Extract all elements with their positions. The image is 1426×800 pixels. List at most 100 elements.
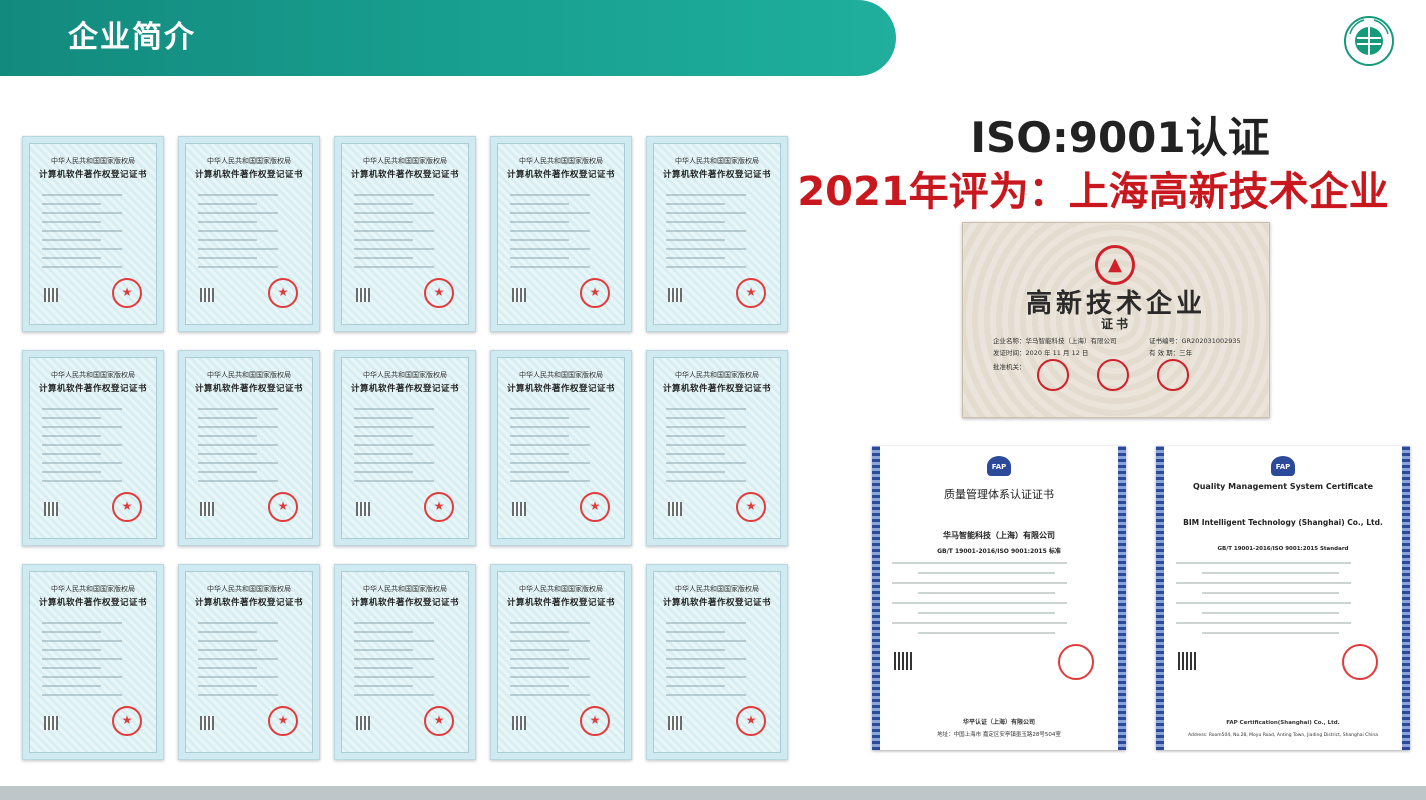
red-seal-icon [268,492,298,522]
certificate-title: 计算机软件著作权登记证书 [194,384,303,394]
barcode-icon [512,288,526,302]
software-copyright-certificate: 中华人民共和国国家版权局 计算机软件著作权登记证书 [646,136,788,332]
iso-en-title: Quality Management System Certificate [1192,482,1374,491]
certificate-text-lines [198,408,300,489]
barcode-icon [44,716,58,730]
certificate-title: 计算机软件著作权登记证书 [194,598,303,608]
iso-certificate-en: FAP Quality Management System Certificat… [1156,446,1410,750]
certificate-text-lines [510,408,612,489]
certificate-title: 计算机软件著作权登记证书 [350,170,459,180]
red-seal-icon [580,492,610,522]
certificate-body: 中华人民共和国国家版权局 计算机软件著作权登记证书 [29,357,157,539]
iso-cn-title: 质量管理体系认证证书 [944,488,1054,501]
certificate-text-lines [354,622,456,703]
certificate-title: 计算机软件著作权登记证书 [662,170,771,180]
barcode-icon [200,716,214,730]
certificate-title: 计算机软件著作权登记证书 [38,384,147,394]
hitech-approver: 批准机关： [993,363,1026,371]
iso-certificate-cn: FAP 质量管理体系认证证书 华马智能科技（上海）有限公司 GB/T 19001… [872,446,1126,750]
certificate-issuer: 中华人民共和国国家版权局 [519,585,603,593]
red-seal-icon [1058,644,1094,680]
certificate-issuer: 中华人民共和国国家版权局 [51,157,135,165]
red-seal-icon [424,706,454,736]
software-copyright-certificate: 中华人民共和国国家版权局 计算机软件著作权登记证书 [178,136,320,332]
certificate-issuer: 中华人民共和国国家版权局 [363,157,447,165]
hitech-company: 企业名称：华马智能科技（上海）有限公司 [993,337,1117,345]
certificate-issuer: 中华人民共和国国家版权局 [207,371,291,379]
iso-en-footer-org: FAP Certification(Shanghai) Co., Ltd. [1226,720,1340,726]
barcode-icon [668,288,682,302]
certificate-title: 计算机软件著作权登记证书 [38,170,147,180]
barcode-icon [356,288,370,302]
certificate-body: 中华人民共和国国家版权局 计算机软件著作权登记证书 [497,143,625,325]
certificate-title: 计算机软件著作权登记证书 [662,598,771,608]
barcode-icon [356,502,370,516]
certificate-title: 计算机软件著作权登记证书 [506,598,615,608]
certificate-issuer: 中华人民共和国国家版权局 [675,585,759,593]
certificate-title: 计算机软件著作权登记证书 [350,384,459,394]
certificate-border [1402,446,1410,750]
software-copyright-certificate: 中华人民共和国国家版权局计算机软件著作权登记证书 [646,564,788,760]
red-seal-icon [1157,359,1189,391]
certificate-text-lines [354,194,456,275]
certificate-border [1118,446,1126,750]
certificate-text-lines [42,622,144,703]
certificate-body: 中华人民共和国国家版权局 计算机软件著作权登记证书 [653,143,781,325]
software-copyright-certificate: 中华人民共和国国家版权局计算机软件著作权登记证书 [334,136,476,332]
software-copyright-certificate: 中华人民共和国国家版权局计算机软件著作权登记证书 [178,350,320,546]
iso-cn-standard: GB/T 19001-2016/ISO 9001:2015 标准 [937,548,1061,555]
hitech-certificate: ▲ 高新技术企业 证书 企业名称：华马智能科技（上海）有限公司 证书编号：GR2… [962,222,1270,418]
red-seal-icon [736,492,766,522]
red-seal-icon [580,706,610,736]
iso-cn-company: 华马智能科技（上海）有限公司 [943,531,1055,540]
iso-en-company: BIM Intelligent Technology (Shanghai) Co… [1183,518,1383,527]
red-seal-icon [424,278,454,308]
software-copyright-certificate: 中华人民共和国国家版权局计算机软件著作权登记证书 [178,564,320,760]
certificate-body: 中华人民共和国国家版权局计算机软件著作权登记证书 [653,357,781,539]
software-copyright-certificate: 中华人民共和国国家版权局 计算机软件著作权登记证书 [22,350,164,546]
iso-cn-footer-address: 地址：中国上海市 嘉定区安亭镇墨玉路28号504室 [937,732,1061,738]
software-copyright-certificate: 中华人民共和国国家版权局 计算机软件著作权登记证书 [334,564,476,760]
certificate-text-lines [510,194,612,275]
certificate-body: 中华人民共和国国家版权局 计算机软件著作权登记证书 [497,357,625,539]
hitech-valid: 有 效 期：三年 [1149,349,1193,357]
barcode-icon [668,502,682,516]
certificate-body: 中华人民共和国国家版权局 计算机软件著作权登记证书 [341,571,469,753]
iso-headline: ISO:9001认证 [970,113,1270,162]
barcode-icon [668,716,682,730]
state-grid-logo-icon [1344,16,1394,66]
qr-code-icon [1178,652,1196,670]
certificate-text-lines [666,408,768,489]
red-seal-icon [112,278,142,308]
red-seal-icon [268,706,298,736]
software-copyright-certificate: 中华人民共和国国家版权局计算机软件著作权登记证书 [22,564,164,760]
certificate-title: 计算机软件著作权登记证书 [38,598,147,608]
certificate-issuer: 中华人民共和国国家版权局 [51,585,135,593]
certificate-issuer: 中华人民共和国国家版权局 [207,585,291,593]
software-copyright-certificate: 中华人民共和国国家版权局计算机软件著作权登记证书 [22,136,164,332]
certificate-body: 中华人民共和国国家版权局计算机软件著作权登记证书 [29,143,157,325]
certificate-text-lines [1176,562,1390,642]
barcode-icon [44,502,58,516]
software-certificate-grid: 中华人民共和国国家版权局计算机软件著作权登记证书中华人民共和国国家版权局计算机软… [22,136,788,768]
certificate-title: 计算机软件著作权登记证书 [506,384,615,394]
red-seal-icon [1342,644,1378,680]
certificate-body: 中华人民共和国国家版权局计算机软件著作权登记证书 [341,143,469,325]
certificate-body: 中华人民共和国国家版权局计算机软件著作权登记证书 [185,357,313,539]
barcode-icon [44,288,58,302]
header-bar: 企业简介 [0,0,896,76]
certificate-title: 计算机软件著作权登记证书 [662,384,771,394]
software-copyright-certificate: 中华人民共和国国家版权局 计算机软件著作权登记证书 [334,350,476,546]
red-seal-icon [736,278,766,308]
software-copyright-certificate: 中华人民共和国国家版权局 计算机软件著作权登记证书 [490,350,632,546]
certificate-text-lines [198,622,300,703]
software-copyright-certificate: 中华人民共和国国家版权局计算机软件著作权登记证书 [490,564,632,760]
red-seal-icon [268,278,298,308]
certificate-border [872,446,880,750]
certificate-issuer: 中华人民共和国国家版权局 [207,157,291,165]
certificate-body: 中华人民共和国国家版权局计算机软件著作权登记证书 [653,571,781,753]
certificate-text-lines [666,194,768,275]
software-copyright-certificate: 中华人民共和国国家版权局计算机软件著作权登记证书 [646,350,788,546]
certificate-body: 中华人民共和国国家版权局 计算机软件著作权登记证书 [341,357,469,539]
certificate-issuer: 中华人民共和国国家版权局 [675,371,759,379]
